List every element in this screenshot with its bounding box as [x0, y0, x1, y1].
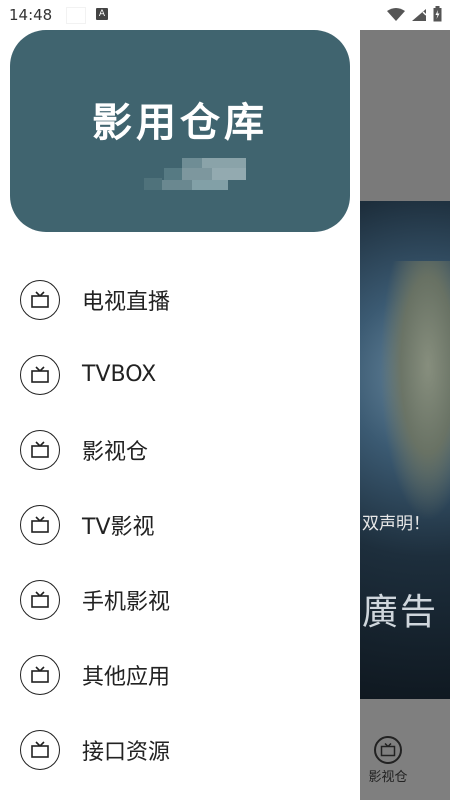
navigation-drawer[interactable]: 影用仓库 电视直播 TVBOX 影视仓 TV影视 手机影视 其他应用 接口资源: [0, 30, 360, 800]
status-bar: 14:48 A: [0, 0, 450, 30]
signal-icon: [411, 7, 427, 26]
menu-item-label: 其他应用: [82, 664, 171, 690]
menu-item-tv-yingshi[interactable]: TV影视: [0, 487, 360, 562]
menu-item-label: TVBOX: [82, 362, 157, 387]
menu-item-label: TV影视: [82, 514, 155, 540]
menu-item-yingshicang[interactable]: 影视仓: [0, 412, 360, 487]
a-icon: A: [96, 8, 108, 20]
status-time: 14:48: [9, 6, 53, 24]
background-header: [360, 30, 450, 201]
menu-item-tvbox[interactable]: TVBOX: [0, 337, 360, 412]
tv-icon: [20, 279, 60, 320]
tv-icon: [20, 729, 60, 770]
menu-item-label: 影视仓: [82, 439, 149, 465]
menu-item-live-tv[interactable]: 电视直播: [0, 262, 360, 337]
drawer-subtitle-redacted: [134, 158, 254, 192]
menu-item-other-apps[interactable]: 其他应用: [0, 637, 360, 712]
bottom-tab-label: 影视仓: [368, 770, 408, 785]
notification-placeholder-icon: [66, 7, 86, 24]
background-app[interactable]: 双声明！ 廣告 影视仓: [360, 30, 450, 800]
tv-icon: [20, 429, 60, 470]
menu-item-interface-resources[interactable]: 接口资源: [0, 712, 360, 787]
background-banner-image: 双声明！ 廣告: [360, 201, 450, 699]
earth-landmass: [380, 261, 450, 521]
menu-item-label: 电视直播: [82, 289, 171, 315]
menu-item-label: 手机影视: [82, 589, 171, 615]
drawer-menu: 电视直播 TVBOX 影视仓 TV影视 手机影视 其他应用 接口资源: [0, 262, 360, 787]
background-bottom-nav: 影视仓: [360, 699, 450, 800]
tv-icon: [374, 736, 402, 764]
drawer-header: 影用仓库: [10, 30, 350, 232]
battery-icon: [433, 6, 442, 26]
menu-item-mobile-yingshi[interactable]: 手机影视: [0, 562, 360, 637]
tv-icon: [20, 654, 60, 695]
tv-icon: [20, 354, 60, 395]
status-icons: [387, 6, 442, 26]
bottom-tab-yingshicang[interactable]: 影视仓: [360, 736, 416, 785]
menu-item-label: 接口资源: [82, 739, 171, 765]
drawer-title: 影用仓库: [92, 99, 268, 146]
tv-icon: [20, 504, 60, 545]
banner-text-large: 廣告: [362, 592, 439, 633]
tv-icon: [20, 579, 60, 620]
wifi-icon: [387, 7, 405, 26]
banner-text-small: 双声明！: [362, 514, 430, 534]
